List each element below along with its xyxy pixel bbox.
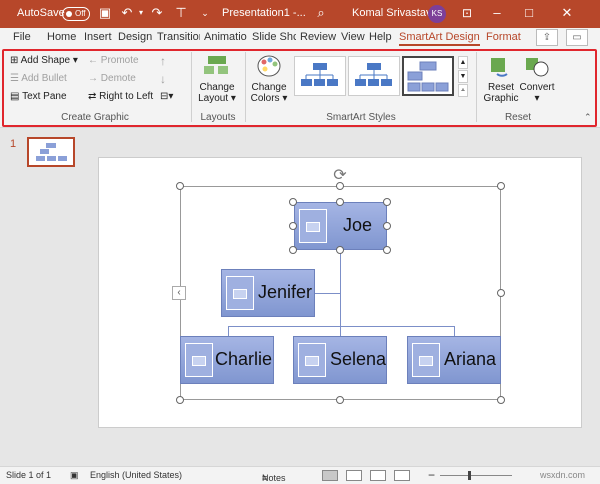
ribbon-display-icon[interactable]: ⊡ (460, 6, 474, 20)
present-icon[interactable]: ⊤ (174, 6, 188, 20)
user-name: Komal Srivastava (352, 7, 438, 19)
node-label: Joe (343, 215, 373, 235)
slide-thumbnail-panel (0, 129, 88, 466)
slide-sorter-icon[interactable] (346, 470, 362, 481)
document-title: Presentation1 -... (222, 7, 306, 19)
slide-thumbnail[interactable] (27, 137, 75, 167)
slide-show-icon[interactable] (394, 470, 410, 481)
zoom-slider[interactable] (440, 475, 512, 476)
slide-number: 1 (10, 138, 17, 150)
connector-line (454, 326, 455, 336)
resize-handle[interactable] (497, 182, 505, 190)
watermark: wsxdn.com (540, 470, 586, 480)
share-icon[interactable]: ⇪ (536, 29, 558, 46)
picture-placeholder-icon[interactable] (299, 209, 327, 243)
status-bar: Slide 1 of 1 ▣ English (United States) ≡… (0, 466, 600, 484)
redo-icon[interactable]: ↷ (150, 6, 164, 20)
resize-handle[interactable] (497, 289, 505, 297)
undo-dropdown-icon[interactable]: ▾ (134, 6, 148, 20)
title-bar: AutoSave Off ▣ ↶ ▾ ↷ ⊤ ⌄ Presentation1 -… (0, 0, 600, 28)
connector-line (228, 326, 229, 336)
resize-handle[interactable] (497, 396, 505, 404)
resize-handle[interactable] (336, 198, 344, 206)
normal-view-icon[interactable] (322, 470, 338, 481)
text-pane-toggle-icon[interactable]: ‹ (172, 286, 186, 300)
connector-line (340, 250, 341, 336)
connector-line (315, 293, 340, 294)
comments-icon[interactable]: ▭ (566, 29, 588, 46)
reading-view-icon[interactable] (370, 470, 386, 481)
tab-design[interactable]: Design (118, 31, 152, 43)
resize-handle[interactable] (289, 222, 297, 230)
resize-handle[interactable] (176, 182, 184, 190)
tab-help[interactable]: Help (369, 31, 392, 43)
tab-home[interactable]: Home (47, 31, 76, 43)
resize-handle[interactable] (336, 396, 344, 404)
node-label: Charlie (215, 349, 273, 369)
avatar[interactable]: KS (428, 5, 446, 23)
tab-transitions[interactable]: Transition (157, 31, 200, 43)
notes-label: Notes (262, 473, 286, 483)
org-node-selena[interactable]: Selena (293, 336, 387, 384)
org-node-charlie[interactable]: Charlie (180, 336, 274, 384)
tab-slide-show[interactable]: Slide Shc (252, 31, 296, 43)
node-label: Ariana (444, 349, 497, 369)
slide-info: Slide 1 of 1 (6, 470, 52, 480)
picture-placeholder-icon[interactable] (412, 343, 440, 377)
picture-placeholder-icon[interactable] (226, 276, 254, 310)
tab-animations[interactable]: Animatio (204, 31, 247, 43)
minimize-icon[interactable]: – (490, 6, 504, 20)
maximize-icon[interactable]: □ (522, 6, 536, 20)
resize-handle[interactable] (383, 222, 391, 230)
resize-handle[interactable] (176, 396, 184, 404)
ribbon-highlight-box (2, 49, 597, 127)
tab-file[interactable]: File (13, 31, 31, 43)
picture-placeholder-icon[interactable] (185, 343, 213, 377)
tab-review[interactable]: Review (300, 31, 336, 43)
tab-insert[interactable]: Insert (84, 31, 112, 43)
autosave-toggle[interactable]: Off (62, 7, 90, 21)
node-label: Selena (330, 349, 387, 369)
connector-line (228, 326, 454, 327)
autosave-state: Off (75, 9, 86, 18)
customize-toolbar-icon[interactable]: ⌄ (198, 6, 212, 20)
org-node-jenifer[interactable]: Jenifer (221, 269, 315, 317)
ribbon-tabs: File Home Insert Design Transition Anima… (0, 28, 600, 48)
picture-placeholder-icon[interactable] (298, 343, 326, 377)
close-icon[interactable]: ✕ (560, 6, 574, 20)
org-node-joe[interactable]: Joe (294, 202, 387, 250)
resize-handle[interactable] (336, 246, 344, 254)
zoom-slider-knob[interactable] (468, 471, 471, 480)
language-label[interactable]: English (United States) (90, 470, 182, 480)
tab-smartart-design[interactable]: SmartArt Design (399, 31, 480, 46)
resize-handle[interactable] (383, 198, 391, 206)
org-node-ariana[interactable]: Ariana (407, 336, 501, 384)
zoom-out-icon[interactable]: − (428, 468, 435, 482)
save-icon[interactable]: ▣ (98, 6, 112, 20)
resize-handle[interactable] (289, 246, 297, 254)
resize-handle[interactable] (383, 246, 391, 254)
tab-format[interactable]: Format (486, 31, 521, 43)
undo-icon[interactable]: ↶ (120, 6, 134, 20)
resize-handle[interactable] (336, 182, 344, 190)
spelling-icon[interactable]: ▣ (70, 470, 79, 481)
node-label: Jenifer (258, 282, 313, 302)
resize-handle[interactable] (289, 198, 297, 206)
autosave-label: AutoSave (17, 7, 65, 19)
search-icon[interactable]: ⌕ (314, 6, 328, 20)
tab-view[interactable]: View (341, 31, 365, 43)
